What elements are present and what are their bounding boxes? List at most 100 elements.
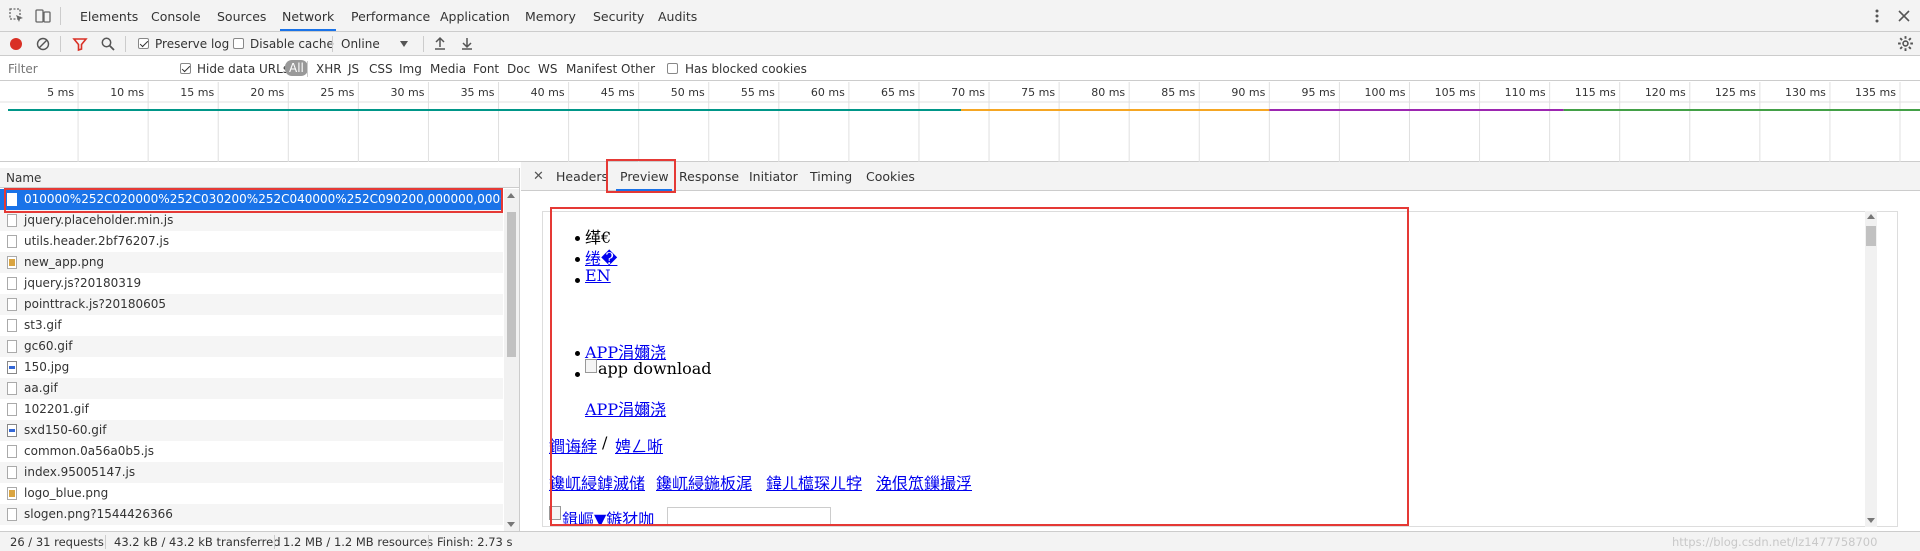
request-row[interactable]: utils.header.2bf76207.js: [0, 231, 503, 252]
type-filter-media[interactable]: Media: [430, 62, 466, 76]
scroll-up-arrow[interactable]: [1867, 214, 1875, 219]
finish-time: Finish: 2.73 s: [437, 535, 513, 549]
request-count: 26 / 31 requests: [10, 535, 104, 549]
request-row[interactable]: jquery.js?20180319: [0, 273, 503, 294]
request-row[interactable]: 150.jpg: [0, 357, 503, 378]
preview-scrollbar[interactable]: [1865, 211, 1877, 527]
timeline-tick-label: 115 ms: [1575, 86, 1616, 99]
toolbar-separator: [423, 36, 424, 52]
preview-tab-highlight: [606, 159, 676, 193]
request-row[interactable]: logo_blue.png: [0, 483, 503, 504]
device-toolbar-icon[interactable]: [34, 7, 52, 25]
timeline-request-bar: [8, 109, 962, 111]
close-detail-icon[interactable]: ✕: [533, 169, 544, 184]
timeline-tick-label: 110 ms: [1505, 86, 1546, 99]
type-filter-css[interactable]: CSS: [369, 62, 393, 76]
export-har-icon[interactable]: [460, 36, 474, 52]
timeline-tick-label: 65 ms: [881, 86, 915, 99]
timeline-tick-label: 15 ms: [180, 86, 214, 99]
disable-cache-checkbox[interactable]: [233, 38, 244, 49]
preview-scroll-thumb[interactable]: [1866, 226, 1876, 246]
tab-timing[interactable]: Timing: [810, 169, 852, 184]
toolbar-separator: [60, 36, 61, 52]
request-row[interactable]: new_app.png: [0, 252, 503, 273]
file-icon: [7, 340, 17, 353]
tab-cookies[interactable]: Cookies: [866, 169, 915, 184]
file-icon: [7, 466, 17, 479]
status-separator: [274, 535, 275, 549]
clear-icon[interactable]: [35, 36, 51, 52]
hide-data-urls-checkbox[interactable]: [180, 63, 191, 74]
timeline-tick-label: 55 ms: [741, 86, 775, 99]
record-icon[interactable]: [8, 36, 24, 52]
throttling-select[interactable]: Online: [341, 37, 380, 51]
request-row[interactable]: index.95005147.js: [0, 462, 503, 483]
type-filter-manifest[interactable]: Manifest: [566, 62, 617, 76]
status-bar: 26 / 31 requests 43.2 kB / 43.2 kB trans…: [0, 531, 1920, 551]
type-filter-xhr[interactable]: XHR: [316, 62, 342, 76]
timeline-tick-label: 130 ms: [1785, 86, 1826, 99]
preserve-log-checkbox[interactable]: [138, 38, 149, 49]
search-icon[interactable]: [100, 36, 116, 52]
chevron-down-icon[interactable]: [400, 41, 408, 47]
request-row[interactable]: pointtrack.js?20180605: [0, 294, 503, 315]
has-blocked-cookies-checkbox[interactable]: [667, 63, 678, 74]
type-filter-font[interactable]: Font: [473, 62, 499, 76]
type-filter-other[interactable]: Other: [621, 62, 655, 76]
timeline-tick-label: 25 ms: [320, 86, 354, 99]
type-filter-js[interactable]: JS: [348, 62, 359, 76]
tab-console[interactable]: Console: [149, 0, 203, 31]
toolbar-separator: [125, 36, 126, 52]
timeline-request-bar: [1563, 109, 1920, 111]
filter-input[interactable]: [4, 60, 166, 78]
tab-network[interactable]: Network: [280, 0, 337, 31]
request-row[interactable]: st3.gif: [0, 315, 503, 336]
request-row[interactable]: slogen.png?1544426366: [0, 504, 503, 525]
request-row[interactable]: 102201.gif: [0, 399, 503, 420]
tab-application[interactable]: Application: [438, 0, 512, 31]
request-name: 150.jpg: [24, 360, 70, 374]
scroll-down-arrow[interactable]: [507, 522, 515, 527]
tab-audits[interactable]: Audits: [656, 0, 699, 31]
tab-response[interactable]: Response: [679, 169, 739, 184]
request-list-scroll-thumb[interactable]: [507, 212, 516, 357]
timeline-tick-label: 100 ms: [1365, 86, 1406, 99]
image-file-icon: [7, 256, 17, 269]
request-row[interactable]: common.0a56a0b5.js: [0, 441, 503, 462]
filter-icon[interactable]: [72, 36, 88, 52]
request-name: common.0a56a0b5.js: [24, 444, 154, 458]
file-icon: [7, 445, 17, 458]
scroll-down-arrow[interactable]: [1867, 518, 1875, 523]
tab-elements[interactable]: Elements: [78, 0, 140, 31]
tab-memory[interactable]: Memory: [523, 0, 578, 31]
file-icon: [7, 382, 17, 395]
tab-headers[interactable]: Headers: [556, 169, 608, 184]
request-row[interactable]: jquery.placeholder.min.js: [0, 210, 503, 231]
timeline-tick-label: 125 ms: [1715, 86, 1756, 99]
tab-performance[interactable]: Performance: [349, 0, 432, 31]
type-filter-ws[interactable]: WS: [538, 62, 557, 76]
tab-sources[interactable]: Sources: [215, 0, 268, 31]
tab-security[interactable]: Security: [591, 0, 646, 31]
resources-size: 1.2 MB / 1.2 MB resources: [283, 535, 434, 549]
watermark-text: https://blog.csdn.net/lz1477758700: [1672, 535, 1878, 549]
more-options-icon[interactable]: [1868, 7, 1886, 25]
type-filter-all[interactable]: All: [285, 60, 308, 76]
timeline-tick-label: 50 ms: [671, 86, 705, 99]
type-filter-doc[interactable]: Doc: [507, 62, 530, 76]
requests-panel: Name 010000%252C020000%252C030200%252C04…: [0, 168, 520, 531]
file-icon: [7, 298, 17, 311]
request-row[interactable]: sxd150-60.gif: [0, 420, 503, 441]
request-row[interactable]: aa.gif: [0, 378, 503, 399]
tab-initiator[interactable]: Initiator: [749, 169, 798, 184]
import-har-icon[interactable]: [433, 36, 447, 52]
inspect-element-icon[interactable]: [8, 7, 26, 25]
settings-gear-icon[interactable]: [1897, 35, 1914, 52]
type-filter-img[interactable]: Img: [399, 62, 422, 76]
scroll-up-arrow[interactable]: [507, 193, 515, 198]
close-devtools-icon[interactable]: [1895, 7, 1913, 25]
request-row[interactable]: gc60.gif: [0, 336, 503, 357]
timeline-overview[interactable]: 5 ms 10 ms 15 ms 20 ms 25 ms 30 ms 35 ms 40 ms 4…: [0, 82, 1920, 162]
request-name: jquery.placeholder.min.js: [24, 213, 174, 227]
name-column-header[interactable]: Name: [0, 168, 519, 188]
